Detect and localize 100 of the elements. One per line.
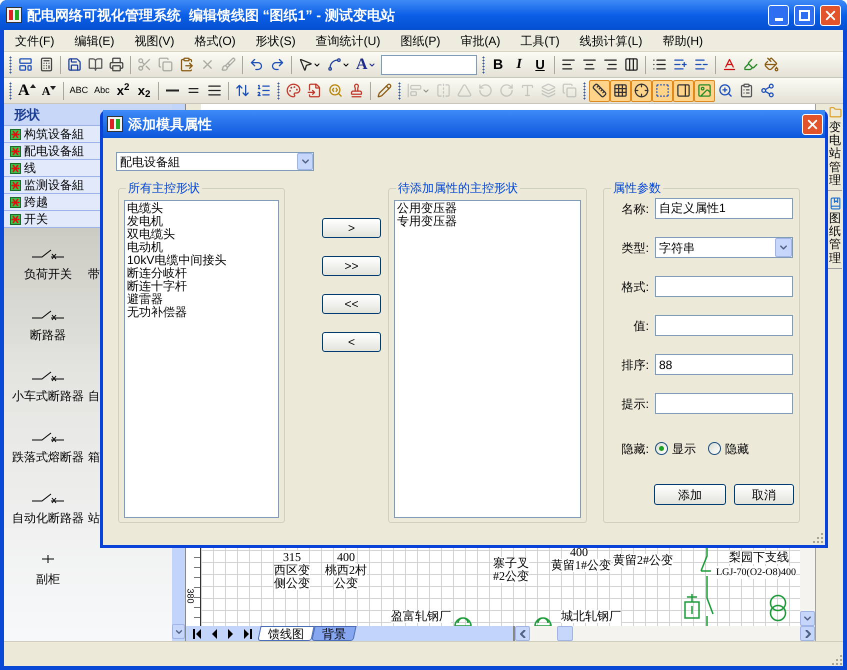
scroll-left-button[interactable] xyxy=(515,626,530,641)
resize-grip-icon xyxy=(831,654,843,666)
grid-button[interactable] xyxy=(610,80,631,102)
image-button[interactable] xyxy=(694,80,715,102)
sheet-tab[interactable]: 馈线图 xyxy=(257,626,315,641)
move-button[interactable]: >> xyxy=(322,256,381,276)
radio-option[interactable]: 显示 xyxy=(655,440,696,458)
maximize-button[interactable] xyxy=(794,4,815,26)
diagram-label: 城北轧钢厂 xyxy=(561,610,621,623)
menu-item[interactable]: 查询统计(U) xyxy=(312,32,384,50)
list-item[interactable]: 电动机 xyxy=(127,241,276,254)
shape-list[interactable]: 公用变压器 专用变压器 xyxy=(394,200,581,518)
shape-label[interactable]: 带 xyxy=(88,265,100,283)
type-select[interactable]: 字符串 xyxy=(655,237,793,258)
dropdown-button[interactable] xyxy=(775,238,792,257)
menu-item[interactable]: 图纸(P) xyxy=(397,32,444,50)
list-item[interactable]: 双电缆头 xyxy=(127,228,276,241)
text-field[interactable]: 自定义属性1 xyxy=(655,198,793,219)
menu-item[interactable]: 编辑(E) xyxy=(71,32,118,50)
outdent-icon xyxy=(694,57,709,72)
shape-list[interactable]: 电缆头 发电机 双电缆头 电动机 10kV电缆中间接头 断连分岐杆 断连十字杆 避雷器 无功补偿器 xyxy=(124,200,279,518)
stencil-icon xyxy=(10,214,21,224)
text-field[interactable] xyxy=(655,315,793,336)
toolbar-grip[interactable] xyxy=(9,56,12,74)
menu-item[interactable]: 视图(V) xyxy=(131,32,178,50)
shape-label[interactable]: 负荷开关 xyxy=(24,265,72,283)
text-field[interactable] xyxy=(655,276,793,297)
move-button[interactable]: < xyxy=(322,332,381,352)
scroll-thumb[interactable] xyxy=(557,626,573,641)
shape-label[interactable]: 自动化断路器 xyxy=(12,509,84,527)
selection-button[interactable] xyxy=(652,80,673,102)
shape-label[interactable]: 自 xyxy=(88,387,100,405)
radio-option[interactable]: 隐藏 xyxy=(708,440,749,458)
shrink-font-button[interactable]: A xyxy=(38,80,60,102)
menu-item[interactable]: 审批(A) xyxy=(457,32,504,50)
bold-button[interactable]: B xyxy=(488,54,509,76)
first-sheet-button[interactable] xyxy=(190,628,204,638)
toolbar-grip[interactable] xyxy=(276,82,280,100)
font-field[interactable] xyxy=(380,54,477,74)
list-item[interactable]: 断连十字杆 xyxy=(127,280,276,293)
shape-label[interactable]: 小车式断路器 xyxy=(12,387,84,405)
horizontal-scrollbar[interactable] xyxy=(513,626,815,641)
menu-item[interactable]: 文件(F) xyxy=(12,32,58,50)
shape-label[interactable]: 跌落式熔断器 xyxy=(12,448,84,466)
image-icon xyxy=(696,83,712,98)
dialog-button[interactable]: 添加 xyxy=(654,484,726,505)
menu-item[interactable]: 工具(T) xyxy=(517,32,563,50)
toolbar-grip[interactable] xyxy=(398,82,401,100)
scroll-down-button[interactable] xyxy=(800,611,815,626)
text-field[interactable]: 88 xyxy=(655,354,793,375)
ruler-icon xyxy=(592,83,607,98)
dialog-button[interactable]: 取消 xyxy=(734,484,794,505)
underline-button[interactable]: U xyxy=(530,54,551,76)
toolbar-grip[interactable] xyxy=(582,82,586,100)
small-caps-button[interactable]: Abc xyxy=(91,80,113,102)
paste-icon xyxy=(179,57,194,72)
toolbar-grip[interactable] xyxy=(482,56,485,74)
copy-icon xyxy=(158,57,173,72)
font-button[interactable]: A xyxy=(353,54,379,76)
move-button[interactable]: << xyxy=(322,294,381,314)
move-button[interactable]: > xyxy=(322,218,381,238)
page-button[interactable] xyxy=(672,80,694,102)
ruler-button[interactable] xyxy=(588,80,610,102)
book-icon xyxy=(828,196,842,210)
toolbar-grip[interactable] xyxy=(9,82,12,100)
strikethrough-button[interactable]: ABC xyxy=(66,80,92,102)
grow-font-button[interactable]: A xyxy=(15,80,39,102)
superscript-button[interactable]: x$^{2}$ xyxy=(112,80,134,102)
italic-button[interactable]: I xyxy=(508,54,530,76)
shape-label[interactable]: 站 xyxy=(88,509,100,527)
list-item[interactable]: 专用变压器 xyxy=(397,215,578,228)
list-item[interactable]: 10kV电缆中间接头 xyxy=(127,254,276,267)
list-item[interactable]: 无功补偿器 xyxy=(127,306,276,319)
last-sheet-button[interactable] xyxy=(241,628,255,638)
menu-item[interactable]: 帮助(H) xyxy=(659,32,706,50)
shape-label[interactable]: 断路器 xyxy=(30,326,66,344)
group-select[interactable]: 配电设备組 xyxy=(116,152,314,171)
menu-item[interactable]: 形状(S) xyxy=(252,32,299,50)
scroll-right-button[interactable] xyxy=(800,626,815,641)
flip-icon xyxy=(436,83,451,98)
sheet-tab[interactable]: 背景 xyxy=(311,626,357,641)
shape-label[interactable]: 箱 xyxy=(88,448,100,466)
diagram-label: 315 xyxy=(283,551,301,564)
close-button[interactable] xyxy=(820,4,841,26)
list-item[interactable]: 断连分岐杆 xyxy=(127,267,276,280)
dropdown-button[interactable] xyxy=(297,153,313,170)
minimize-button[interactable] xyxy=(768,4,789,26)
scroll-down-button[interactable] xyxy=(172,624,185,639)
grid-icon xyxy=(612,83,628,98)
list-item[interactable]: 避雷器 xyxy=(127,293,276,306)
first-icon xyxy=(192,628,202,638)
close-button[interactable] xyxy=(802,114,823,134)
menu-item[interactable]: 线损计算(L) xyxy=(576,32,646,50)
text-field[interactable] xyxy=(655,393,793,414)
shape-label[interactable]: 副柜 xyxy=(36,570,60,588)
list-item[interactable]: 公用变压器 xyxy=(397,202,578,215)
brush-icon xyxy=(221,57,236,72)
subscript-button[interactable]: x$_{2}$ xyxy=(134,80,155,102)
menu-item[interactable]: 格式(O) xyxy=(191,32,239,50)
guides-button[interactable] xyxy=(630,80,652,102)
